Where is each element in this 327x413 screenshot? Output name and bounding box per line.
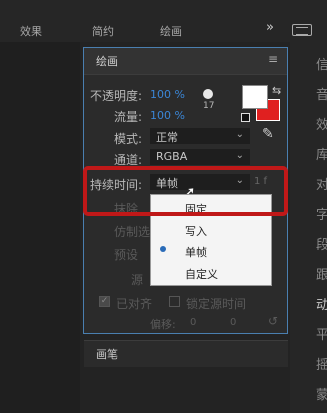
side-panel-info[interactable]: 信 xyxy=(316,54,327,73)
tab-paint[interactable]: 绘画 xyxy=(160,23,182,39)
side-panel-mask[interactable]: 蒙 xyxy=(316,384,327,403)
brush-size: 17 xyxy=(203,101,215,111)
mode-label: 模式: xyxy=(114,132,143,146)
channels-dropdown[interactable]: RGBA ⌄ xyxy=(150,149,250,165)
tab-effects[interactable]: 效果 xyxy=(20,23,42,39)
overflow-chevron-icon[interactable]: » xyxy=(266,20,274,35)
menu-item-single-frame[interactable]: 单帧 xyxy=(185,244,207,260)
tab-essentials[interactable]: 简约 xyxy=(92,23,114,39)
source-label: 源 xyxy=(131,273,144,287)
menu-item-write-on[interactable]: 写入 xyxy=(185,223,207,239)
workspace-menu-icon[interactable] xyxy=(292,24,312,36)
eyedropper-icon[interactable]: ✎ xyxy=(262,126,274,142)
flow-label: 流量: xyxy=(114,110,143,124)
mode-dropdown[interactable]: 正常 ⌄ xyxy=(150,128,250,144)
reset-icon[interactable]: ↺ xyxy=(268,314,278,328)
side-panel-character[interactable]: 字 xyxy=(316,204,327,223)
side-panel-align[interactable]: 对 xyxy=(316,174,327,193)
brushes-panel-title: 画笔 xyxy=(96,348,118,361)
side-panel-smoother[interactable]: 平 xyxy=(316,324,327,343)
offset-y[interactable]: 0 xyxy=(230,317,236,328)
opacity-label: 不透明度: xyxy=(90,89,143,103)
opacity-value[interactable]: 100 % xyxy=(150,88,185,101)
side-panel-paragraph[interactable]: 段 xyxy=(316,234,327,253)
menu-item-custom[interactable]: 自定义 xyxy=(185,266,218,282)
side-panel-effects[interactable]: 效 xyxy=(316,114,327,133)
side-panel-tracker[interactable]: 跟 xyxy=(316,264,327,283)
chevron-down-icon: ⌄ xyxy=(235,150,244,161)
foreground-color-swatch[interactable] xyxy=(242,85,268,109)
paint-panel-title: 绘画 xyxy=(96,55,118,68)
selected-bullet-icon xyxy=(160,246,166,252)
flow-value[interactable]: 100 % xyxy=(150,109,185,122)
aligned-label: 已对齐 xyxy=(116,297,153,311)
side-panel-wiggler[interactable]: 摇 xyxy=(316,354,327,373)
highlight-annotation xyxy=(83,166,288,216)
side-panel-audio[interactable]: 音 xyxy=(316,84,327,103)
lock-source-time-label: 锁定源时间 xyxy=(186,297,247,311)
side-panel-library[interactable]: 库 xyxy=(316,144,327,163)
aligned-checkbox[interactable]: ✓ xyxy=(99,296,110,307)
default-colors-icon[interactable] xyxy=(241,113,250,122)
mode-value: 正常 xyxy=(156,131,178,144)
channels-value: RGBA xyxy=(156,150,188,163)
brush-tip-icon[interactable] xyxy=(203,89,213,99)
preset-label: 预设 xyxy=(114,248,139,262)
offset-label: 偏移: xyxy=(150,318,176,331)
chevron-down-icon: ⌄ xyxy=(235,129,244,140)
panel-menu-icon[interactable]: ≡ xyxy=(268,52,278,66)
swap-colors-icon[interactable]: ⇆ xyxy=(272,84,281,97)
lock-source-time-checkbox[interactable] xyxy=(169,296,180,307)
offset-x[interactable]: 0 xyxy=(190,317,196,328)
left-panel-area xyxy=(0,42,80,413)
clone-preset-label: 仿制选 xyxy=(114,225,151,239)
side-panel-motion[interactable]: 动 xyxy=(316,294,327,313)
